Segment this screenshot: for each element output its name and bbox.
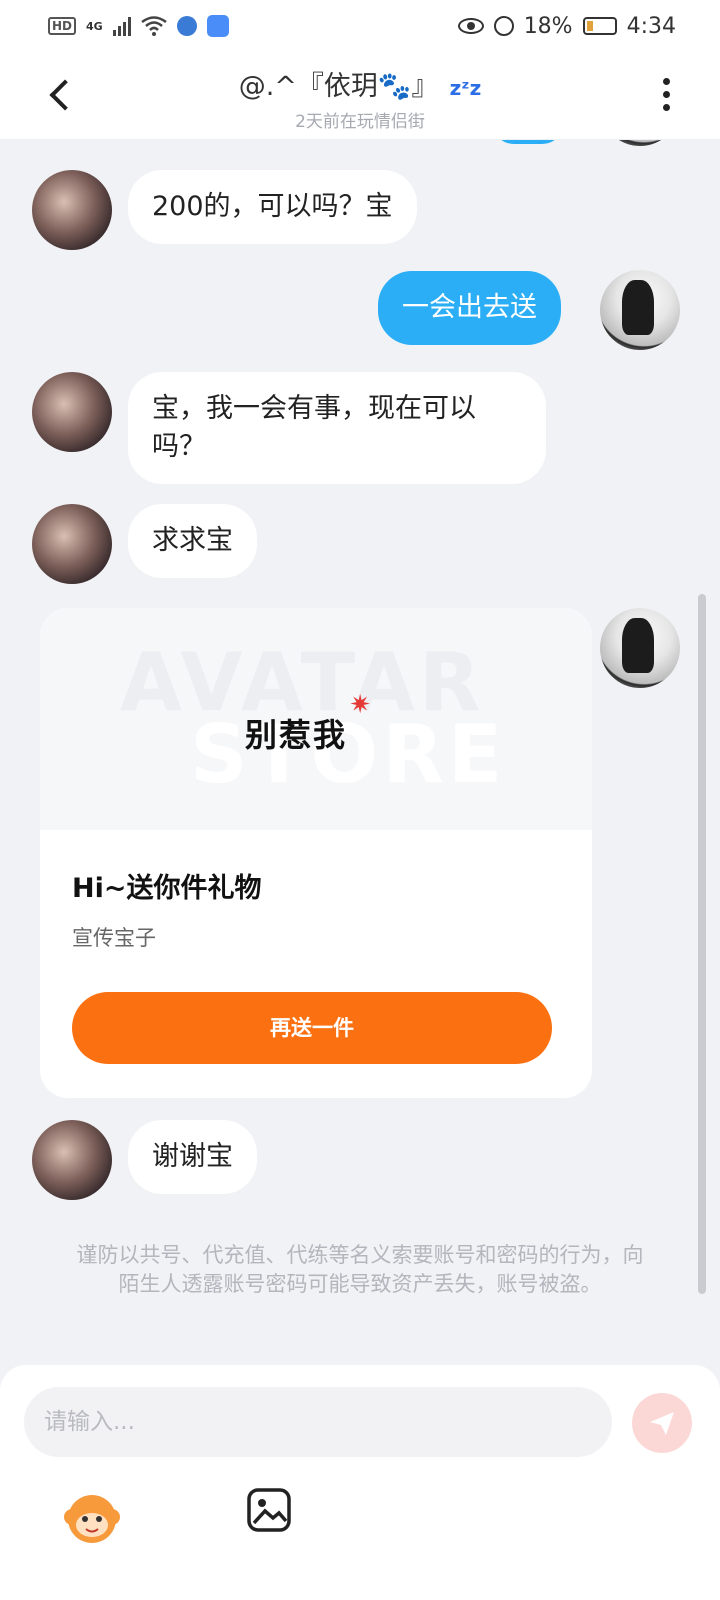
contact-avatar[interactable] [32, 170, 112, 250]
contact-last-active: 2天前在玩情侣街 [295, 112, 425, 132]
wifi-icon [140, 16, 167, 36]
gift-sticker: 别惹我 ✷ [245, 690, 371, 756]
my-avatar[interactable] [600, 140, 680, 146]
message-bubble[interactable]: 200的，可以吗？宝 [128, 170, 417, 244]
my-avatar[interactable] [600, 608, 680, 688]
battery-icon [582, 17, 617, 35]
gift-title: Hi~送你件礼物 [72, 873, 262, 904]
contact-avatar[interactable] [32, 372, 112, 452]
monkey-emoji-icon [64, 1495, 120, 1543]
security-warning: 谨防以共号、代充值、代练等名义索要账号和密码的行为，向陌生人透露账号密码可能导致… [76, 1243, 644, 1296]
eye-comfort-icon [457, 18, 484, 34]
app-notification-icon [176, 16, 197, 36]
alarm-icon [493, 16, 514, 36]
message-input[interactable] [24, 1387, 612, 1457]
status-bar: HD 4G 18% 4:34 [0, 0, 720, 52]
store-notification-icon [206, 15, 229, 37]
message-bubble[interactable]: 谢谢宝 [128, 1120, 257, 1194]
contact-name: @.^『依玥🐾』 [238, 71, 439, 102]
gift-image: AVATAR STORE 别惹我 ✷ [40, 608, 592, 830]
message-bubble[interactable]: 一会出去送 [378, 271, 561, 345]
image-button[interactable] [246, 1487, 296, 1537]
message-bubble[interactable]: 宝，我一会有事，现在可以吗？ [128, 372, 546, 484]
sleeping-status-icon: zᶻz [449, 76, 482, 100]
emoji-button[interactable] [62, 1487, 122, 1547]
send-another-gift-button[interactable]: 再送一件 [72, 992, 552, 1064]
contact-avatar[interactable] [32, 1120, 112, 1200]
gift-sticker-text: 别惹我 [245, 716, 348, 754]
message-bubble[interactable]: 求求宝 [128, 504, 257, 578]
composer-bar [0, 1365, 720, 1600]
anger-icon: ✷ [349, 690, 374, 720]
chat-title-block: @.^『依玥🐾』 zᶻz 2天前在玩情侣街 [0, 64, 720, 132]
hd-icon: HD [48, 17, 77, 35]
scrollbar[interactable] [698, 594, 706, 1294]
send-icon [650, 1412, 674, 1435]
image-icon [247, 1488, 291, 1532]
chat-header: @.^『依玥🐾』 zᶻz 2天前在玩情侣街 [0, 52, 720, 140]
network-type: 4G [86, 19, 103, 33]
watermark-text: STORE [190, 708, 507, 801]
my-avatar[interactable] [600, 270, 680, 350]
battery-percent: 18% [523, 13, 573, 39]
gift-card[interactable]: AVATAR STORE 别惹我 ✷ Hi~送你件礼物 宣传宝子 再送一件 [40, 608, 592, 1098]
more-options-button[interactable] [660, 78, 672, 118]
message-bubble-partial [492, 140, 564, 144]
clock: 4:34 [626, 13, 676, 39]
message-list[interactable]: 200的，可以吗？宝 一会出去送 宝，我一会有事，现在可以吗？ 求求宝 AVAT… [0, 140, 720, 1365]
gift-description: 宣传宝子 [72, 926, 156, 950]
signal-icon [112, 16, 131, 36]
send-button[interactable] [632, 1393, 692, 1453]
contact-avatar[interactable] [32, 504, 112, 584]
